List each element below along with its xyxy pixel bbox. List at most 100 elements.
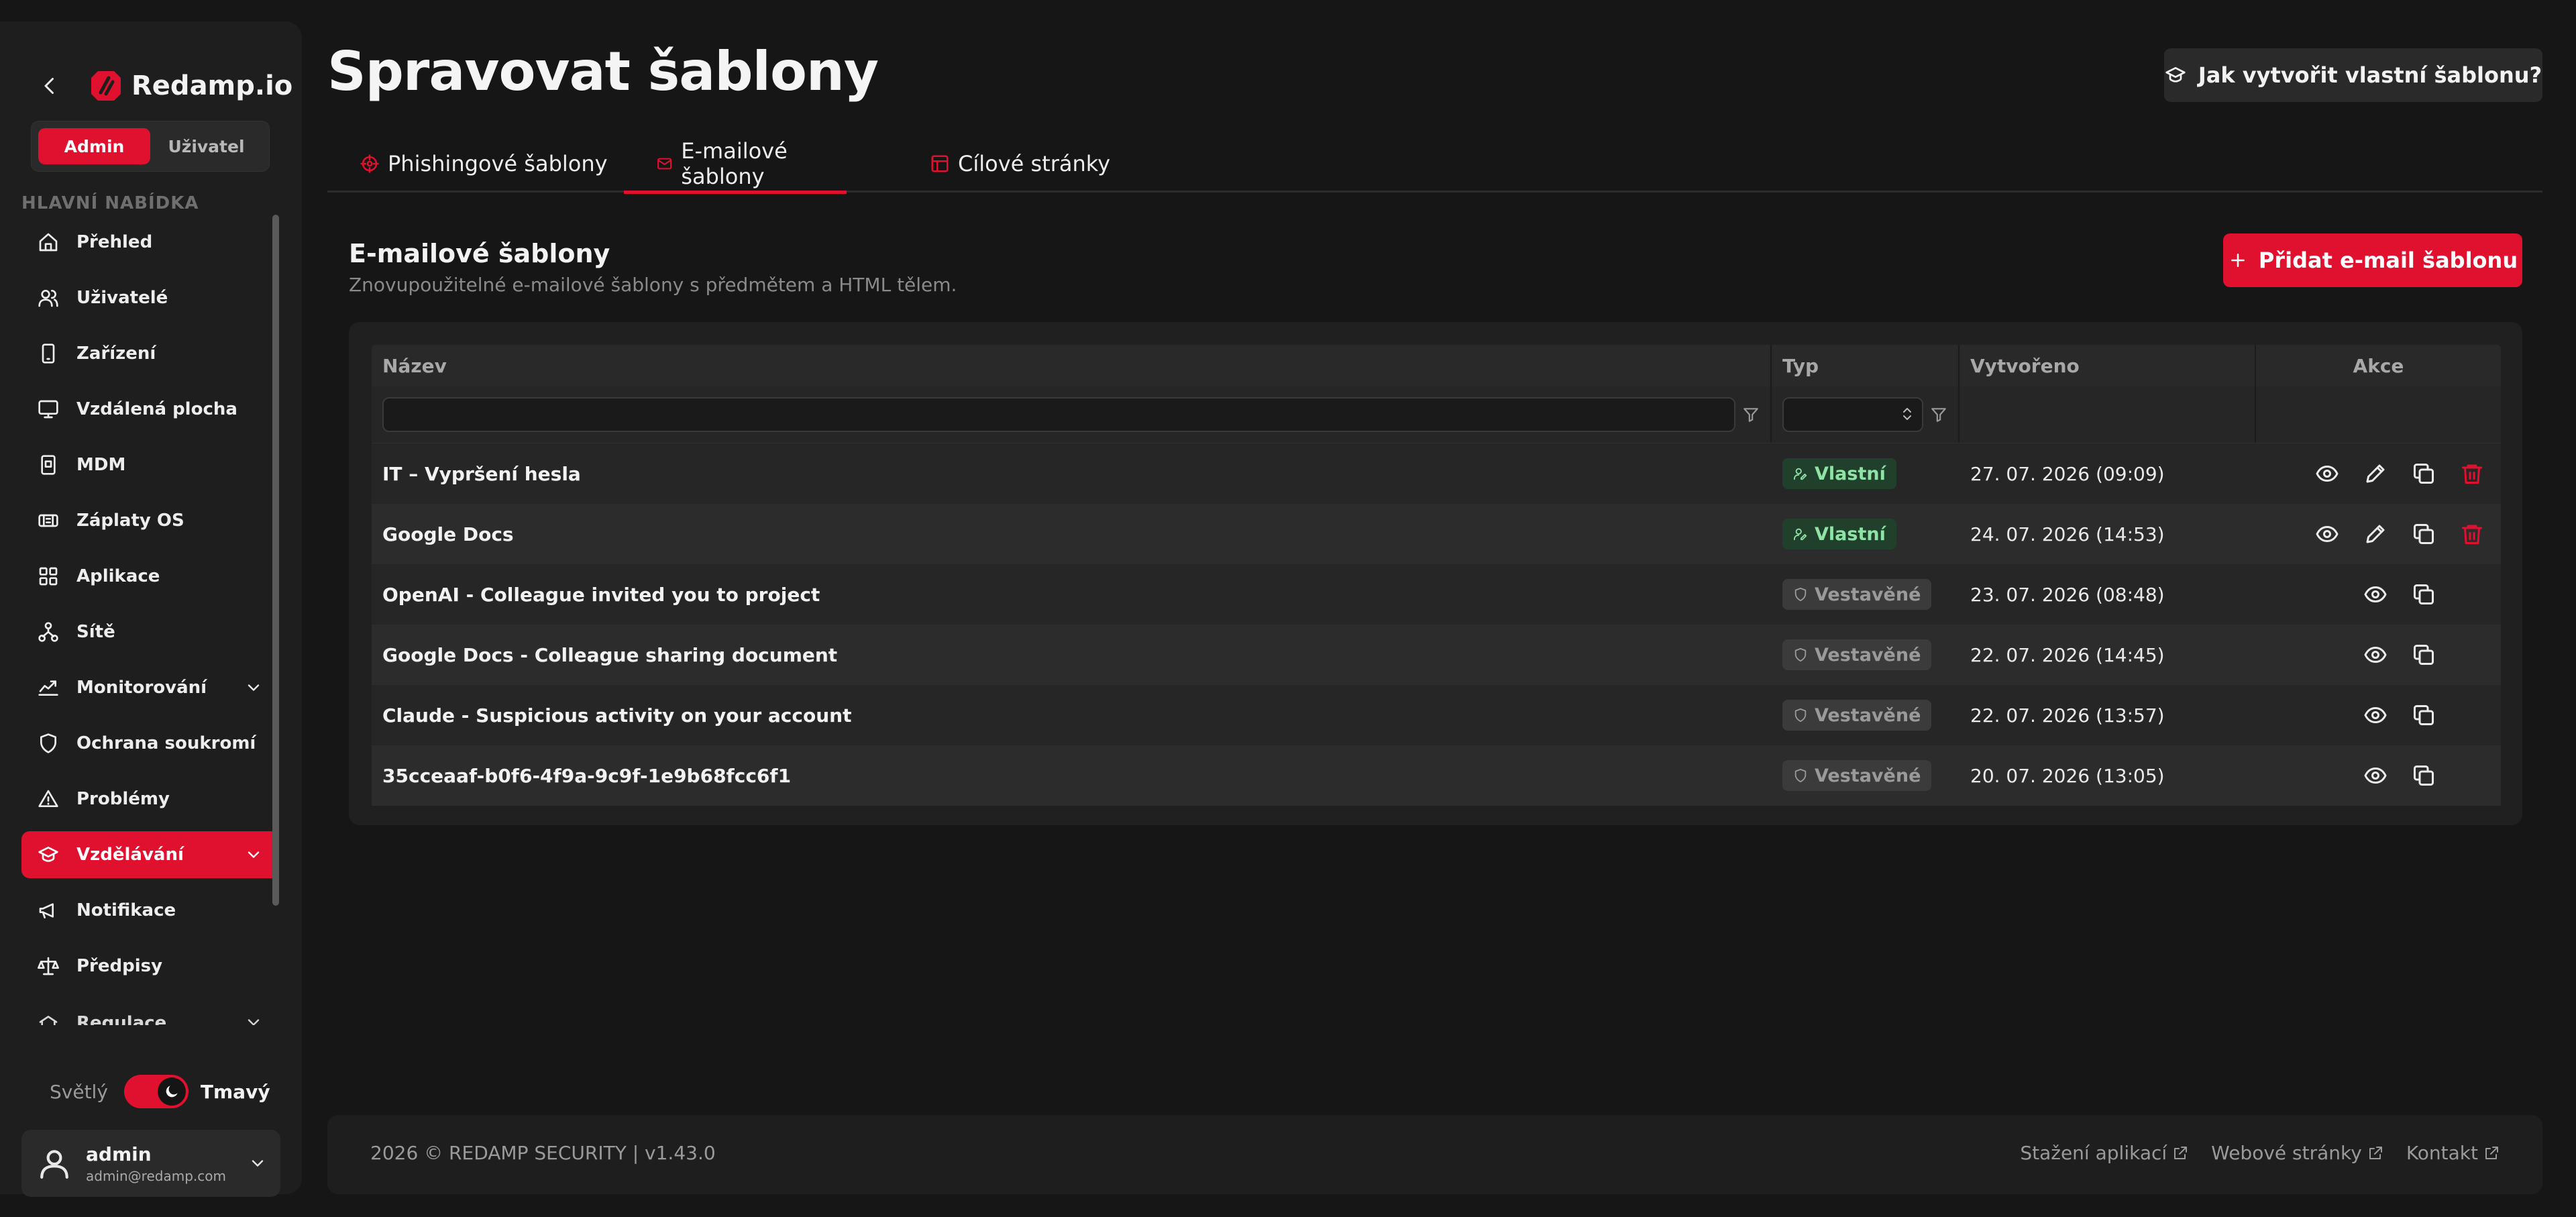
trash-icon[interactable]: [2460, 522, 2484, 546]
sidebar-scrollbar[interactable]: [272, 215, 279, 906]
table-row[interactable]: Google Docs - Colleague sharing document…: [372, 625, 2501, 685]
external-link-icon: [2369, 1146, 2382, 1159]
template-name: Google Docs: [382, 523, 514, 545]
type-badge-builtin: Vestavěné: [1782, 760, 1932, 791]
copy-icon[interactable]: [2412, 763, 2436, 788]
eye-icon[interactable]: [2363, 643, 2387, 667]
menu-item-mdm[interactable]: MDM: [21, 441, 279, 488]
users-icon: [38, 290, 58, 307]
menu-item-site[interactable]: Sítě: [21, 608, 279, 655]
copy-icon[interactable]: [2412, 462, 2436, 486]
column-header-actions: Akce: [2353, 354, 2404, 377]
copy-icon[interactable]: [2412, 643, 2436, 667]
type-filter-select[interactable]: [1782, 397, 1923, 432]
tab-email-templates[interactable]: E-mailové šablony: [624, 137, 847, 194]
eye-icon[interactable]: [2315, 522, 2339, 546]
back-arrow-icon[interactable]: [38, 74, 62, 98]
copy-icon[interactable]: [2412, 522, 2436, 546]
table-row[interactable]: Claude - Suspicious activity on your acc…: [372, 685, 2501, 745]
type-badge-custom: Vlastní: [1782, 519, 1896, 549]
pencil-icon[interactable]: [2363, 522, 2387, 546]
filter-row: [372, 386, 2501, 443]
badge-label: Vestavěné: [1815, 644, 1921, 666]
user-pen-icon: [1793, 528, 1807, 541]
menu-item-predpisy[interactable]: Předpisy: [21, 943, 279, 990]
filter-icon[interactable]: [1930, 406, 1947, 423]
eye-icon[interactable]: [2363, 582, 2387, 606]
menu-label: Přehled: [76, 232, 153, 252]
menu-item-ochrana-soukromi[interactable]: Ochrana soukromí: [21, 720, 279, 767]
row-actions: [2256, 745, 2501, 806]
user-email: admin@redamp.com: [86, 1167, 226, 1184]
badge-label: Vestavěné: [1815, 584, 1921, 605]
menu-label: Zařízení: [76, 343, 156, 364]
theme-toggle[interactable]: [123, 1075, 189, 1108]
type-badge-custom: Vlastní: [1782, 458, 1896, 489]
type-cell: Vestavěné: [1772, 685, 1960, 745]
menu-item-vzdalena-plocha[interactable]: Vzdálená plocha: [21, 386, 279, 433]
column-header-name[interactable]: Název: [372, 345, 1772, 386]
role-user-button[interactable]: Uživatel: [150, 128, 262, 164]
eye-icon[interactable]: [2363, 763, 2387, 788]
add-email-template-button[interactable]: Přidat e-mail šablonu: [2223, 233, 2522, 287]
created-date: 22. 07. 2026 (13:57): [1970, 704, 2165, 727]
graduation-cap-icon: [2165, 67, 2186, 83]
table-row[interactable]: IT – Vypršení hesla Vlastní 27. 07. 2026…: [372, 443, 2501, 504]
tab-label: E-mailové šablony: [681, 138, 788, 189]
menu-label: Aplikace: [76, 566, 160, 586]
badge-label: Vestavěné: [1815, 704, 1921, 726]
user-card[interactable]: admin admin@redamp.com: [21, 1130, 280, 1197]
type-cell: Vlastní: [1772, 443, 1960, 504]
template-name: OpenAI - Colleague invited you to projec…: [382, 583, 820, 606]
role-admin-button[interactable]: Admin: [38, 128, 150, 164]
column-header-type[interactable]: Typ: [1772, 345, 1960, 386]
menu-item-zarizeni[interactable]: Zařízení: [21, 330, 279, 377]
eye-icon[interactable]: [2363, 703, 2387, 727]
fishing-hook-icon: [360, 154, 379, 173]
theme-switcher: Světlý Tmavý: [50, 1075, 270, 1108]
created-date: 23. 07. 2026 (08:48): [1970, 583, 2165, 606]
name-filter-input[interactable]: [382, 397, 1735, 432]
table-row[interactable]: Google Docs Vlastní 24. 07. 2026 (14:53): [372, 504, 2501, 564]
tab-phishing-templates[interactable]: Phishingové šablony: [360, 137, 608, 191]
badge-label: Vlastní: [1815, 463, 1886, 484]
type-cell: Vestavěné: [1772, 745, 1960, 806]
row-actions: [2256, 564, 2501, 625]
shield-icon: [1794, 587, 1807, 602]
menu-item-problemy[interactable]: Problémy: [21, 776, 279, 823]
table-row[interactable]: 35cceaaf-b0f6-4f9a-9c9f-1e9b68fcc6f1 Ves…: [372, 745, 2501, 806]
type-cell: Vlastní: [1772, 504, 1960, 564]
shield-icon: [1794, 768, 1807, 783]
monitor-icon: [38, 400, 58, 419]
scale-icon: [38, 957, 59, 975]
filter-icon[interactable]: [1742, 406, 1760, 423]
menu-item-uzivatele[interactable]: Uživatelé: [21, 274, 279, 321]
footer-link-downloads[interactable]: Stažení aplikací: [2020, 1142, 2188, 1164]
name-filter-cell: [372, 386, 1772, 443]
type-badge-builtin: Vestavěné: [1782, 639, 1932, 670]
column-header-created[interactable]: Vytvořeno: [1960, 345, 2256, 386]
help-button[interactable]: Jak vytvořit vlastní šablonu?: [2164, 48, 2542, 102]
menu-item-notifikace[interactable]: Notifikace: [21, 887, 279, 934]
menu-item-prehled[interactable]: Přehled: [21, 219, 279, 266]
type-badge-builtin: Vestavěné: [1782, 700, 1932, 731]
menu-item-regulace[interactable]: Regulace: [21, 998, 279, 1025]
menu-item-zaplaty-os[interactable]: Záplaty OS: [21, 497, 279, 544]
footer-link-contact[interactable]: Kontakt: [2406, 1142, 2500, 1164]
menu-item-vzdelavani[interactable]: Vzdělávání: [21, 831, 279, 878]
user-pen-icon: [1793, 468, 1807, 480]
trash-icon[interactable]: [2460, 462, 2484, 486]
template-name: Google Docs - Colleague sharing document: [382, 643, 838, 666]
copy-icon[interactable]: [2412, 703, 2436, 727]
chevron-down-icon: [252, 1160, 264, 1167]
eye-icon[interactable]: [2315, 462, 2339, 486]
pencil-icon[interactable]: [2363, 462, 2387, 486]
copy-icon[interactable]: [2412, 582, 2436, 606]
table-row[interactable]: OpenAI - Colleague invited you to projec…: [372, 564, 2501, 625]
theme-knob: [157, 1077, 186, 1106]
menu-item-monitorovani[interactable]: Monitorování: [21, 664, 279, 711]
footer-link-website[interactable]: Webové stránky: [2211, 1142, 2383, 1164]
menu-item-aplikace[interactable]: Aplikace: [21, 553, 279, 600]
actions-filter-cell: [2256, 386, 2501, 443]
tab-landing-pages[interactable]: Cílové stránky: [930, 137, 1110, 191]
